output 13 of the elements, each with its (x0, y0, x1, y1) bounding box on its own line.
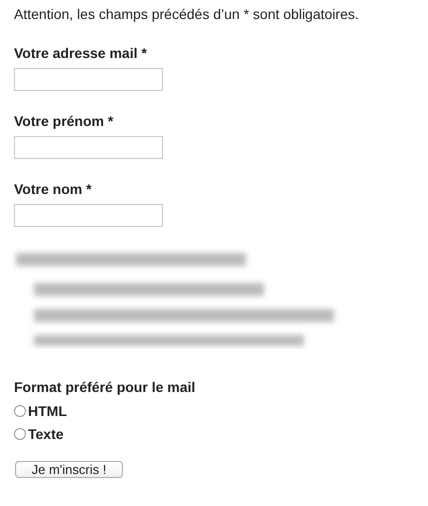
field-label: Votre prénom * (14, 113, 114, 130)
subscribe-button[interactable]: Je m'inscris ! (15, 461, 123, 478)
input-field[interactable] (14, 68, 163, 91)
format-title: Format préféré pour le mail (14, 379, 196, 396)
required-fields-notice: Attention, les champs précédés d’un * sont obligatoires. (14, 6, 359, 23)
field-label: Votre adresse mail * (14, 45, 147, 62)
input-field[interactable] (14, 204, 163, 227)
field-label: Votre nom * (14, 181, 92, 198)
input-field[interactable] (14, 136, 163, 159)
radio-button[interactable] (14, 404, 26, 416)
radio-option[interactable]: HTML (14, 402, 67, 419)
radio-option[interactable]: Texte (14, 425, 64, 442)
radio-button[interactable] (14, 428, 26, 440)
